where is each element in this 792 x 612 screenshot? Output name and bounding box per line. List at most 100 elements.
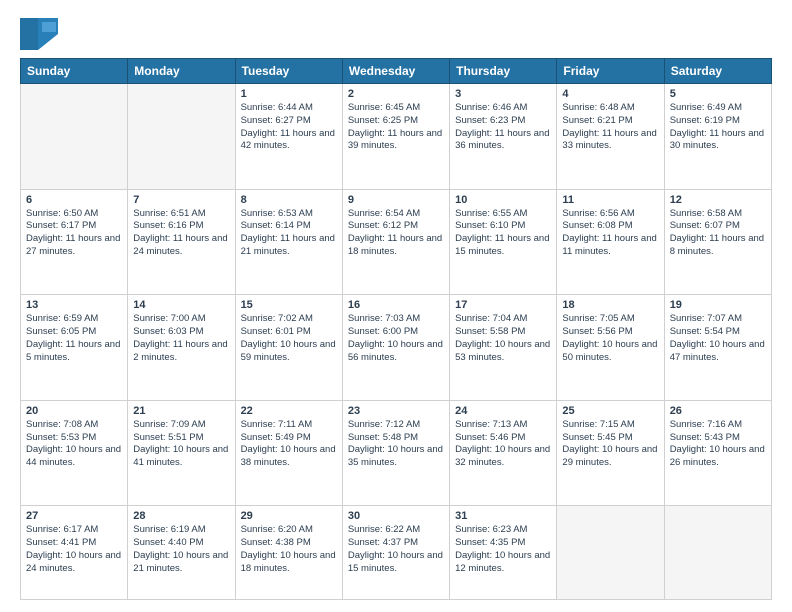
cell-info: Sunrise: 6:50 AMSunset: 6:17 PMDaylight:… — [26, 208, 122, 259]
calendar-cell: 28 Sunrise: 6:19 AMSunset: 4:40 PMDayligh… — [128, 506, 235, 600]
calendar-cell: 11Sunrise: 6:56 AMSunset: 6:08 PMDayligh… — [557, 189, 664, 295]
day-number: 18 — [562, 299, 658, 311]
cell-info: Sunrise: 7:13 AMSunset: 5:46 PMDaylight:… — [455, 419, 551, 470]
cell-info: Sunrise: 6:53 AMSunset: 6:14 PMDaylight:… — [241, 208, 337, 259]
calendar-cell: 25Sunrise: 7:15 AMSunset: 5:45 PMDayligh… — [557, 400, 664, 506]
cell-info: Sunrise: 6:45 AMSunset: 6:25 PMDaylight:… — [348, 102, 444, 153]
day-number: 27 — [26, 510, 122, 522]
cell-info: Sunrise: 6:51 AMSunset: 6:16 PMDaylight:… — [133, 208, 229, 259]
calendar-table: SundayMondayTuesdayWednesdayThursdayFrid… — [20, 58, 772, 600]
calendar-week-row: 27 Sunrise: 6:17 AMSunset: 4:41 PMDayligh… — [21, 506, 772, 600]
day-number: 28 — [133, 510, 229, 522]
calendar-cell: 22Sunrise: 7:11 AMSunset: 5:49 PMDayligh… — [235, 400, 342, 506]
calendar-cell: 26 Sunrise: 7:16 AMSunset: 5:43 PMDayligh… — [664, 400, 771, 506]
calendar-cell: 21Sunrise: 7:09 AMSunset: 5:51 PMDayligh… — [128, 400, 235, 506]
day-number: 26 — [670, 405, 766, 417]
cell-info: Sunrise: 6:19 AMSunset: 4:40 PMDaylight:… — [133, 524, 229, 575]
calendar-cell: 8 Sunrise: 6:53 AMSunset: 6:14 PMDaylight… — [235, 189, 342, 295]
calendar-cell: 20 Sunrise: 7:08 AMSunset: 5:53 PMDayligh… — [21, 400, 128, 506]
calendar-cell: 31 Sunrise: 6:23 AMSunset: 4:35 PMDayligh… — [450, 506, 557, 600]
calendar-week-row: 13 Sunrise: 6:59 AMSunset: 6:05 PMDayligh… — [21, 295, 772, 401]
calendar-cell: 6 Sunrise: 6:50 AMSunset: 6:17 PMDaylight… — [21, 189, 128, 295]
calendar-cell: 5 Sunrise: 6:49 AMSunset: 6:19 PMDaylight… — [664, 84, 771, 190]
cell-info: Sunrise: 6:54 AMSunset: 6:12 PMDaylight:… — [348, 208, 444, 259]
calendar-week-row: 6 Sunrise: 6:50 AMSunset: 6:17 PMDaylight… — [21, 189, 772, 295]
cell-info: Sunrise: 6:20 AMSunset: 4:38 PMDaylight:… — [241, 524, 337, 575]
calendar-day-header: Saturday — [664, 59, 771, 84]
calendar-cell: 10Sunrise: 6:55 AMSunset: 6:10 PMDayligh… — [450, 189, 557, 295]
cell-info: Sunrise: 6:23 AMSunset: 4:35 PMDaylight:… — [455, 524, 551, 575]
day-number: 4 — [562, 88, 658, 100]
calendar-week-row: 1 Sunrise: 6:44 AMSunset: 6:27 PMDaylight… — [21, 84, 772, 190]
day-number: 20 — [26, 405, 122, 417]
day-number: 5 — [670, 88, 766, 100]
cell-info: Sunrise: 7:08 AMSunset: 5:53 PMDaylight:… — [26, 419, 122, 470]
day-number: 6 — [26, 194, 122, 206]
calendar-cell: 30Sunrise: 6:22 AMSunset: 4:37 PMDayligh… — [342, 506, 449, 600]
cell-info: Sunrise: 7:15 AMSunset: 5:45 PMDaylight:… — [562, 419, 658, 470]
day-number: 7 — [133, 194, 229, 206]
cell-info: Sunrise: 7:00 AMSunset: 6:03 PMDaylight:… — [133, 313, 229, 364]
calendar-cell — [557, 506, 664, 600]
calendar-cell: 2 Sunrise: 6:45 AMSunset: 6:25 PMDaylight… — [342, 84, 449, 190]
day-number: 29 — [241, 510, 337, 522]
calendar-cell: 19 Sunrise: 7:07 AMSunset: 5:54 PMDayligh… — [664, 295, 771, 401]
day-number: 13 — [26, 299, 122, 311]
calendar-day-header: Thursday — [450, 59, 557, 84]
cell-info: Sunrise: 7:16 AMSunset: 5:43 PMDaylight:… — [670, 419, 766, 470]
calendar-cell: 1 Sunrise: 6:44 AMSunset: 6:27 PMDaylight… — [235, 84, 342, 190]
calendar-cell: 17 Sunrise: 7:04 AMSunset: 5:58 PMDayligh… — [450, 295, 557, 401]
calendar-cell: 15 Sunrise: 7:02 AMSunset: 6:01 PMDayligh… — [235, 295, 342, 401]
day-number: 14 — [133, 299, 229, 311]
day-number: 22 — [241, 405, 337, 417]
day-number: 15 — [241, 299, 337, 311]
cell-info: Sunrise: 6:59 AMSunset: 6:05 PMDaylight:… — [26, 313, 122, 364]
calendar-cell: 16 Sunrise: 7:03 AMSunset: 6:00 PMDayligh… — [342, 295, 449, 401]
calendar-day-header: Sunday — [21, 59, 128, 84]
day-number: 8 — [241, 194, 337, 206]
day-number: 3 — [455, 88, 551, 100]
cell-info: Sunrise: 7:12 AMSunset: 5:48 PMDaylight:… — [348, 419, 444, 470]
day-number: 11 — [562, 194, 658, 206]
calendar-day-header: Wednesday — [342, 59, 449, 84]
day-number: 23 — [348, 405, 444, 417]
cell-info: Sunrise: 7:03 AMSunset: 6:00 PMDaylight:… — [348, 313, 444, 364]
calendar-cell: 14 Sunrise: 7:00 AMSunset: 6:03 PMDayligh… — [128, 295, 235, 401]
day-number: 24 — [455, 405, 551, 417]
calendar-cell: 7 Sunrise: 6:51 AMSunset: 6:16 PMDaylight… — [128, 189, 235, 295]
day-number: 30 — [348, 510, 444, 522]
day-number: 10 — [455, 194, 551, 206]
calendar-cell — [664, 506, 771, 600]
cell-info: Sunrise: 7:02 AMSunset: 6:01 PMDaylight:… — [241, 313, 337, 364]
cell-info: Sunrise: 6:48 AMSunset: 6:21 PMDaylight:… — [562, 102, 658, 153]
day-number: 17 — [455, 299, 551, 311]
day-number: 12 — [670, 194, 766, 206]
calendar-week-row: 20 Sunrise: 7:08 AMSunset: 5:53 PMDayligh… — [21, 400, 772, 506]
day-number: 1 — [241, 88, 337, 100]
cell-info: Sunrise: 6:46 AMSunset: 6:23 PMDaylight:… — [455, 102, 551, 153]
cell-info: Sunrise: 6:44 AMSunset: 6:27 PMDaylight:… — [241, 102, 337, 153]
calendar-header-row: SundayMondayTuesdayWednesdayThursdayFrid… — [21, 59, 772, 84]
calendar-day-header: Friday — [557, 59, 664, 84]
cell-info: Sunrise: 7:04 AMSunset: 5:58 PMDaylight:… — [455, 313, 551, 364]
day-number: 19 — [670, 299, 766, 311]
cell-info: Sunrise: 7:05 AMSunset: 5:56 PMDaylight:… — [562, 313, 658, 364]
day-number: 2 — [348, 88, 444, 100]
calendar-cell: 13 Sunrise: 6:59 AMSunset: 6:05 PMDayligh… — [21, 295, 128, 401]
logo-icon — [20, 18, 58, 50]
calendar-cell — [128, 84, 235, 190]
header — [20, 16, 772, 50]
day-number: 31 — [455, 510, 551, 522]
cell-info: Sunrise: 6:58 AMSunset: 6:07 PMDaylight:… — [670, 208, 766, 259]
calendar-cell: 27 Sunrise: 6:17 AMSunset: 4:41 PMDayligh… — [21, 506, 128, 600]
calendar-cell: 23 Sunrise: 7:12 AMSunset: 5:48 PMDayligh… — [342, 400, 449, 506]
logo — [20, 16, 62, 50]
calendar-cell: 18 Sunrise: 7:05 AMSunset: 5:56 PMDayligh… — [557, 295, 664, 401]
calendar-cell: 12 Sunrise: 6:58 AMSunset: 6:07 PMDayligh… — [664, 189, 771, 295]
cell-info: Sunrise: 6:49 AMSunset: 6:19 PMDaylight:… — [670, 102, 766, 153]
calendar-cell: 9Sunrise: 6:54 AMSunset: 6:12 PMDaylight… — [342, 189, 449, 295]
calendar-cell: 29 Sunrise: 6:20 AMSunset: 4:38 PMDayligh… — [235, 506, 342, 600]
day-number: 16 — [348, 299, 444, 311]
cell-info: Sunrise: 6:17 AMSunset: 4:41 PMDaylight:… — [26, 524, 122, 575]
cell-info: Sunrise: 7:07 AMSunset: 5:54 PMDaylight:… — [670, 313, 766, 364]
